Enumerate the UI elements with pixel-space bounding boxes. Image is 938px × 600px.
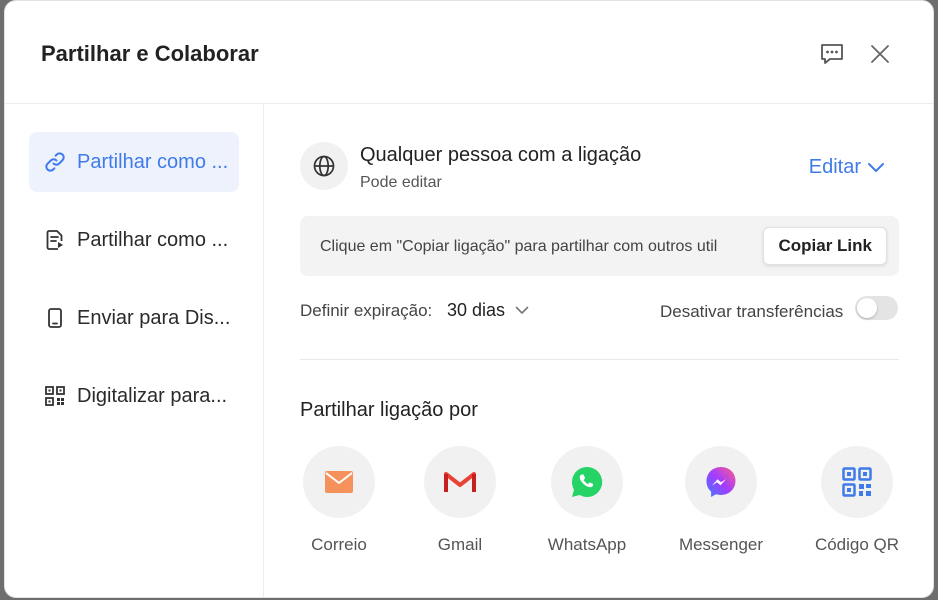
divider bbox=[300, 359, 899, 360]
share-dialog: Partilhar e Colaborar Partilhar como ...… bbox=[4, 0, 934, 598]
phone-icon bbox=[43, 306, 67, 330]
sidebar-item-label: Digitalizar para... bbox=[77, 384, 228, 407]
sidebar-item-share-file[interactable]: Partilhar como ... bbox=[29, 210, 239, 270]
access-permission: Pode editar bbox=[360, 174, 442, 191]
share-option-label: Código QR bbox=[814, 535, 900, 554]
sidebar-item-send-device[interactable]: Enviar para Dis... bbox=[29, 288, 239, 348]
link-icon bbox=[43, 150, 67, 174]
share-option-label: WhatsApp bbox=[547, 535, 627, 554]
whatsapp-icon bbox=[551, 446, 623, 518]
close-icon[interactable] bbox=[865, 39, 895, 69]
disable-downloads-toggle[interactable] bbox=[855, 296, 898, 320]
sidebar: Partilhar como ... Partilhar como ... En… bbox=[5, 104, 264, 597]
link-hint-text: Clique em "Copiar ligação" para partilha… bbox=[320, 238, 718, 255]
expiration-select[interactable]: 30 dias bbox=[447, 300, 529, 321]
feedback-icon[interactable] bbox=[817, 39, 847, 69]
expiration-value: 30 dias bbox=[447, 300, 506, 320]
share-option-label: Correio bbox=[311, 535, 367, 554]
qr-code-icon bbox=[821, 446, 893, 518]
gmail-icon bbox=[424, 446, 496, 518]
qr-code-icon bbox=[43, 384, 67, 408]
dialog-title: Partilhar e Colaborar bbox=[41, 41, 259, 66]
share-mail-button[interactable]: Correio bbox=[284, 446, 394, 555]
globe-icon bbox=[300, 142, 348, 190]
copy-link-button[interactable]: Copiar Link bbox=[763, 227, 887, 265]
file-share-icon bbox=[43, 228, 67, 252]
messenger-icon bbox=[685, 446, 757, 518]
sidebar-item-label: Enviar para Dis... bbox=[77, 306, 231, 329]
share-section-title: Partilhar ligação por bbox=[300, 399, 478, 421]
expiration-label: Definir expiração: bbox=[300, 301, 433, 320]
chevron-down-icon bbox=[515, 306, 529, 314]
sidebar-item-scan[interactable]: Digitalizar para... bbox=[29, 366, 239, 426]
share-whatsapp-button[interactable]: WhatsApp bbox=[532, 446, 642, 555]
edit-access-button[interactable]: Editar bbox=[809, 156, 885, 179]
link-box: Clique em "Copiar ligação" para partilha… bbox=[300, 216, 899, 276]
share-qr-code-button[interactable]: Código QR bbox=[802, 446, 912, 555]
sidebar-item-label: Partilhar como ... bbox=[77, 150, 229, 173]
sidebar-item-share-link[interactable]: Partilhar como ... bbox=[29, 132, 239, 192]
sidebar-item-label: Partilhar como ... bbox=[77, 228, 229, 251]
chevron-down-icon bbox=[868, 162, 884, 172]
edit-label: Editar bbox=[808, 156, 861, 178]
access-title: Qualquer pessoa com a ligação bbox=[360, 144, 642, 166]
disable-downloads-label: Desativar transferências bbox=[660, 302, 844, 321]
dialog-header: Partilhar e Colaborar bbox=[5, 1, 933, 104]
share-option-label: Gmail bbox=[437, 535, 483, 554]
share-messenger-button[interactable]: Messenger bbox=[666, 446, 776, 555]
share-gmail-button[interactable]: Gmail bbox=[405, 446, 515, 555]
mail-icon bbox=[303, 446, 375, 518]
share-option-label: Messenger bbox=[678, 535, 764, 554]
main-panel: Qualquer pessoa com a ligação Pode edita… bbox=[265, 104, 933, 597]
toggle-knob bbox=[857, 298, 877, 318]
